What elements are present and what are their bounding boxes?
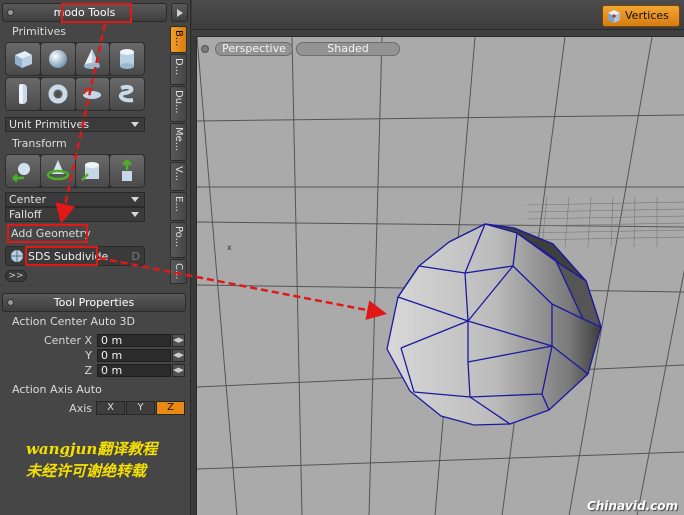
primitives-row-1 [5,42,145,76]
center-y-spinner[interactable]: ◀▶ [172,349,185,362]
falloff-dropdown[interactable]: Falloff [5,207,145,222]
cube-icon [14,51,32,68]
watermark-line-1: wangjun翻译教程 [26,440,158,458]
vertices-label: Vertices [625,9,669,22]
ellipsoid-tool-button[interactable] [75,78,110,110]
axis-marker: x [227,243,232,252]
rotate-icon [46,160,69,181]
chevron-down-icon [131,197,139,202]
action-axis-label: Action Axis Auto [12,383,102,396]
center-x-label: Center X [43,334,92,347]
sphere-icon [48,50,67,68]
tab-polygon[interactable]: Po... [170,222,187,258]
capsule-tool-button[interactable] [6,78,40,110]
annotation-box-sds-subdivide [25,246,98,266]
center-value: Center [9,193,47,206]
panel-expand-button[interactable] [171,3,188,22]
scale-icon [81,162,100,181]
scale-tool-button[interactable] [75,155,110,187]
cube-tool-button[interactable] [6,43,40,75]
tab-curve[interactable]: C... [170,259,187,284]
annotation-box-modo-tools [61,3,132,23]
cone-tool-button[interactable] [75,43,110,75]
primitives-row-2 [5,77,145,111]
chevron-down-icon [131,122,139,127]
expand-arrow-icon [177,9,183,17]
site-watermark: Chinavid.com [586,499,678,513]
move-icon [12,163,30,182]
vertices-mode-button[interactable]: Vertices [602,5,680,27]
panel-menu-icon[interactable] [7,9,14,16]
center-z-spinner[interactable]: ◀▶ [172,364,185,377]
fine-grid [526,196,684,248]
tool-properties-header[interactable]: Tool Properties [2,293,186,312]
move-tool-button[interactable] [6,155,40,187]
center-z-field[interactable]: 0 m [97,364,171,377]
action-center-label: Action Center Auto 3D [12,315,135,328]
tab-duplicate[interactable]: Du... [170,86,187,122]
unit-primitives-dropdown[interactable]: Unit Primitives [5,117,145,132]
tab-vertex[interactable]: V... [170,162,187,191]
shaded-mode-button[interactable]: Shaded [296,42,400,56]
panel-menu-icon[interactable] [7,299,14,306]
capsule-icon [18,84,27,104]
watermark-text: wangjun翻译教程 未经许可谢绝转载 [26,438,191,482]
transform-row [5,154,145,188]
cone-icon [84,49,101,69]
subdivide-icon [11,250,23,262]
more-tools-button[interactable]: >> [5,270,27,282]
primitives-label: Primitives [12,25,67,38]
axis-y-button[interactable]: Y [126,401,155,415]
torus-tool-button[interactable] [40,78,75,110]
cylinder-icon [120,49,135,69]
transform-icon [122,159,133,181]
viewport-menu-icon[interactable] [201,45,209,53]
3d-viewport[interactable]: x Perspective Shaded Chinavid.com [196,36,684,515]
annotation-box-add-geometry [7,224,88,243]
spiral-icon [118,84,134,103]
cylinder-tool-button[interactable] [110,43,144,75]
viewport-toolbar: Vertices [192,0,684,30]
sds-shortcut-label: D [131,250,140,263]
viewport-canvas[interactable]: x [197,37,684,515]
center-z-label: Z [84,364,92,377]
tab-deform[interactable]: D... [170,54,187,85]
chevron-down-icon [131,212,139,217]
vertices-cube-icon [608,10,620,23]
center-x-field[interactable]: 0 m [97,334,171,347]
axis-z-button[interactable]: Z [156,401,185,415]
center-y-label: Y [85,349,92,362]
tab-edge[interactable]: E... [170,192,187,221]
watermark-line-2: 未经许可谢绝转载 [26,462,147,480]
unit-primitives-value: Unit Primitives [9,118,90,131]
ellipsoid-icon [83,87,102,99]
center-x-spinner[interactable]: ◀▶ [172,334,185,347]
falloff-value: Falloff [9,208,42,221]
perspective-view-button[interactable]: Perspective [215,42,293,56]
rotate-tool-button[interactable] [40,155,75,187]
sphere-tool-button[interactable] [40,43,75,75]
tab-basic[interactable]: B... [170,26,187,53]
spiral-tool-button[interactable] [110,78,144,110]
tool-properties-title: Tool Properties [53,296,135,309]
center-dropdown[interactable]: Center [5,192,145,207]
center-y-field[interactable]: 0 m [97,349,171,362]
axis-label: Axis [69,402,92,415]
torus-icon [48,84,68,104]
axis-x-button[interactable]: X [96,401,125,415]
subdivided-mesh[interactable] [386,223,602,426]
tab-mesh-edit[interactable]: Me... [170,123,187,161]
transform-label: Transform [12,137,67,150]
transform-tool-button[interactable] [110,155,144,187]
vertical-tabs-strip: B... D... Du... Me... V... E... Po... C.… [170,26,187,284]
